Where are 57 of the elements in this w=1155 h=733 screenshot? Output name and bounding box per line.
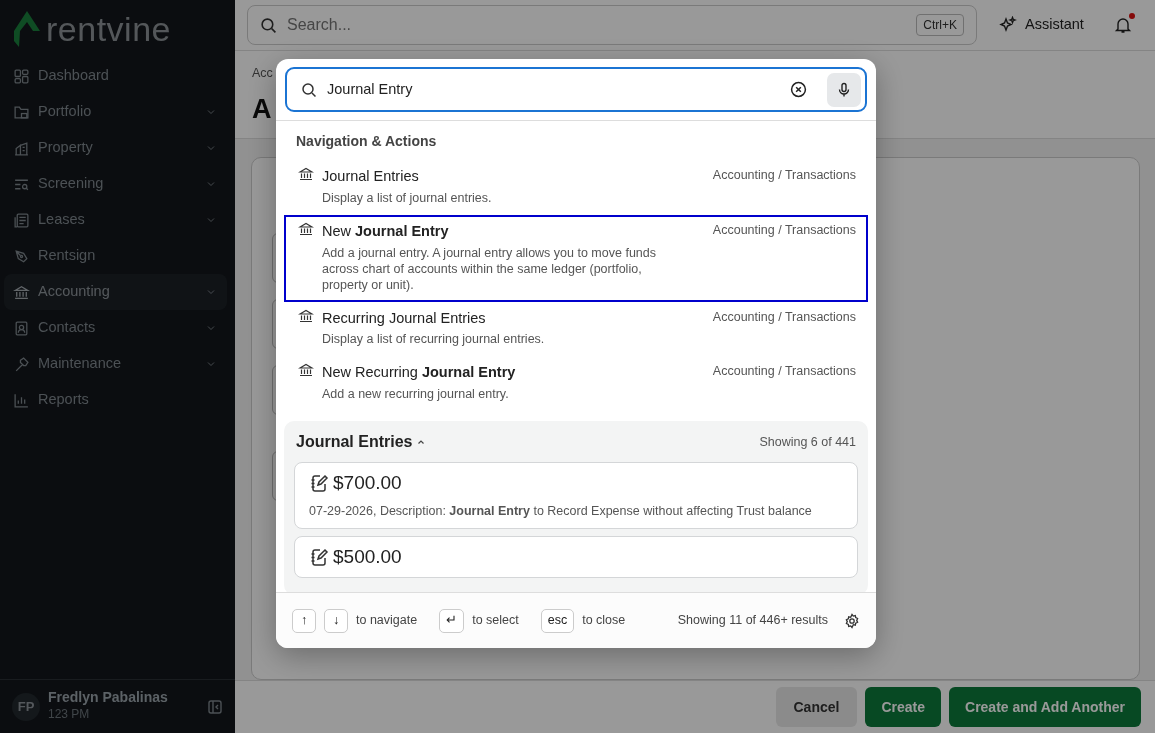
user-avatar: FP [12,692,40,721]
contact-icon [13,319,30,337]
hint-label: to close [582,612,626,630]
collapse-sidebar-icon[interactable] [207,698,223,715]
bank-icon [298,166,314,182]
dashboard-icon [13,67,30,85]
results-summary: Showing 11 of 446+ results [677,612,828,630]
breadcrumb: Acc [252,65,273,82]
bank-icon [298,362,314,379]
assistant-button[interactable]: Assistant [991,10,1092,40]
sidebar-item[interactable]: Maintenance [4,346,227,382]
microphone-icon [836,81,852,98]
sidebar-item[interactable]: Reports [4,382,227,418]
hint-label: to navigate [356,612,418,630]
search-icon [260,16,277,34]
journal-entry-card[interactable]: $700.00 07-29-2026, Description: Journal Entry to Record Expense without affecting Trust balance [294,462,858,529]
notifications-icon[interactable] [1113,16,1132,34]
result-item[interactable]: New Recurring Journal Entry Add a new recurring journal entry. Accounting / Transactions [284,356,868,411]
bank-icon [13,283,30,301]
bank-icon [298,307,314,324]
create-another-button[interactable]: Create and Add Another [949,687,1141,727]
microphone-button[interactable] [827,72,861,107]
chart-icon [13,391,30,409]
bank-icon [298,220,314,237]
sidebar-item[interactable]: Contacts [4,310,227,346]
search-field[interactable]: Search... Ctrl+K [247,5,977,45]
result-item[interactable]: New Journal Entry Add a journal entry. A journal entry allows you to move funds across chart of accounts within the same ledger (portfolio, property or unit). Accounting / Transactions [284,214,868,302]
search-icon [301,81,317,98]
hint-label: to select [472,612,519,630]
cancel-button[interactable]: Cancel [775,687,858,727]
pen-icon [13,247,30,265]
sidebar-item[interactable]: Accounting [4,274,227,310]
section-heading: Navigation & Actions [295,132,438,151]
group-toggle[interactable]: Journal Entries [296,430,427,454]
logo-icon [14,11,40,47]
result-item[interactable]: Journal Entries Display a list of journal entries. Accounting / Transactions [284,160,868,215]
key-hint: esc [540,608,575,633]
notebook-icon [309,473,329,493]
result-count: Showing 6 of 441 [759,433,856,451]
sparkle-icon [999,16,1017,34]
journal-entry-card[interactable]: $500.00 [294,535,858,578]
palette-search-field[interactable]: Journal Entry [285,67,867,112]
page-title: A [252,92,272,126]
key-hint: ↑ [292,608,316,633]
key-hint: ↵ [439,608,465,633]
user-name: Fredlyn Pabalinas [48,689,169,706]
hammer-icon [13,355,30,373]
key-hint: ↓ [324,608,348,633]
result-item[interactable]: Recurring Journal Entries Display a list of recurring journal entries. Accounting / Transactions [284,301,868,357]
shortcut-key: Ctrl+K [916,14,964,36]
notebook-icon [309,546,329,567]
user-subtitle: 123 PM [48,706,91,724]
brand-name: rentvine [46,12,171,46]
settings-button[interactable] [844,612,860,629]
document-icon [13,211,30,229]
search-input[interactable]: Search... [285,12,909,38]
create-button[interactable]: Create [865,687,941,727]
